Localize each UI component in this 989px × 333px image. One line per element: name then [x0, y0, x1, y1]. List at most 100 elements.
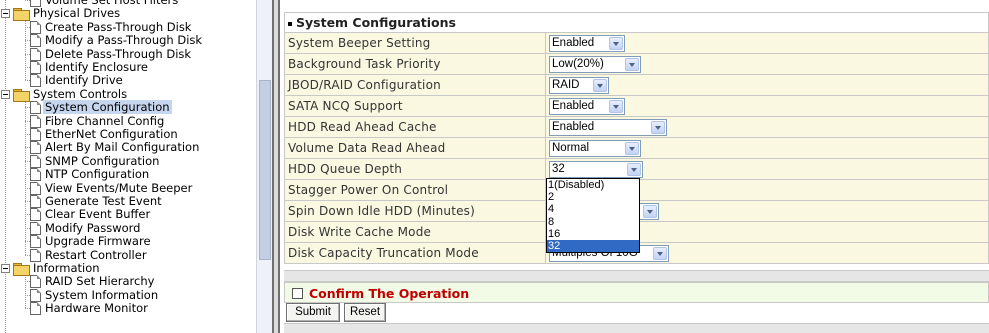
queue-depth-dropdown-list[interactable]: 1(Disabled) 2 4 8 16 32 — [546, 178, 640, 254]
config-label: JBOD/RAID Configuration — [284, 74, 546, 96]
tree-item-label: RAID Set Hierarchy — [45, 274, 155, 289]
confirm-label: Confirm The Operation — [309, 286, 470, 301]
page-icon — [30, 101, 41, 115]
tree-item-label: View Events/Mute Beeper — [45, 180, 193, 195]
tree-item-label: Modify a Pass-Through Disk — [45, 33, 203, 48]
tree-item-label: EtherNet Configuration — [45, 127, 178, 141]
page-icon — [30, 195, 41, 208]
chevron-down-icon[interactable] — [609, 36, 623, 50]
config-value-cell: Enabled — [545, 95, 989, 117]
tree-item-label: Upgrade Firmware — [45, 234, 151, 249]
config-label: Volume Data Read Ahead — [284, 137, 546, 159]
tree-item-label: Clear Event Buffer — [45, 207, 151, 222]
chevron-down-icon[interactable] — [625, 141, 639, 155]
tree-item-label: Physical Drives — [33, 6, 121, 21]
title-bullet-icon — [288, 21, 292, 26]
tree-scrollbar[interactable] — [256, 0, 272, 333]
chevron-down-icon[interactable] — [609, 99, 623, 113]
config-label: Disk Capacity Truncation Mode — [284, 242, 546, 264]
page-icon — [30, 61, 41, 74]
tree-scrollbar-thumb[interactable] — [259, 80, 271, 260]
page-icon — [30, 275, 41, 289]
tree-item-label: NTP Configuration — [45, 167, 150, 182]
config-value-cell: Low(20%) — [545, 53, 989, 75]
page-icon — [30, 181, 41, 195]
tree-item-label: Identify Drive — [45, 73, 123, 88]
volume-data-read-ahead-select[interactable]: Normal — [549, 139, 641, 157]
content-frame: System Configurations System Beeper Sett… — [280, 0, 989, 333]
config-label: Stagger Power On Control — [284, 179, 546, 201]
page-icon — [30, 34, 41, 48]
config-row-hdd-read-ahead-cache: HDD Read Ahead Cache Enabled — [284, 116, 989, 138]
page-icon — [30, 74, 41, 88]
select-value: RAID — [552, 78, 580, 91]
reset-button[interactable]: Reset — [344, 303, 386, 322]
page-icon — [30, 47, 41, 61]
chevron-down-icon[interactable] — [593, 78, 607, 92]
tree-item-label: Generate Test Event — [45, 194, 162, 208]
hdd-read-ahead-cache-select[interactable]: Enabled — [549, 118, 667, 136]
config-label: Spin Down Idle HDD (Minutes) — [284, 200, 546, 222]
bottom-band — [284, 323, 989, 333]
sata-ncq-support-select[interactable]: Enabled — [549, 97, 625, 115]
folder-open-icon — [13, 8, 30, 22]
config-label: SATA NCQ Support — [284, 95, 546, 117]
folder-open-icon — [13, 88, 30, 102]
dropdown-option[interactable]: 1(Disabled) — [547, 179, 639, 191]
select-value: Enabled — [552, 120, 595, 133]
tree-item-label: System Configuration — [43, 100, 172, 115]
tree-item-label: Fibre Channel Config — [45, 113, 165, 128]
config-label: Background Task Priority — [284, 53, 546, 75]
submit-button[interactable]: Submit — [286, 303, 340, 322]
button-row: Submit Reset — [284, 303, 989, 323]
tree-item-label: Delete Pass-Through Disk — [45, 46, 192, 61]
page-icon — [30, 168, 41, 182]
config-value-cell: Normal — [545, 137, 989, 159]
config-row-hdd-queue-depth: HDD Queue Depth 32 — [284, 158, 989, 180]
dropdown-option[interactable]: 16 — [547, 228, 639, 240]
tree-item-hardware-monitor[interactable]: Hardware Monitor — [25, 301, 148, 316]
page-icon — [30, 20, 41, 34]
select-value: Enabled — [552, 99, 595, 112]
page-icon — [30, 154, 41, 168]
config-value-cell: RAID — [545, 74, 989, 96]
jbod-raid-configuration-select[interactable]: RAID — [549, 76, 609, 94]
folder-open-icon — [13, 263, 30, 276]
config-value-cell: Enabled — [545, 116, 989, 138]
config-row-jbod-raid-configuration: JBOD/RAID Configuration RAID — [284, 74, 989, 96]
hdd-queue-depth-select[interactable]: 32 — [549, 160, 643, 178]
tree-item-label: Create Pass-Through Disk — [45, 19, 192, 34]
dropdown-option[interactable]: 4 — [547, 203, 639, 215]
config-label: Disk Write Cache Mode — [284, 221, 546, 243]
page-icon — [30, 288, 41, 302]
chevron-down-icon[interactable] — [625, 57, 639, 71]
config-row-sata-ncq-support: SATA NCQ Support Enabled — [284, 95, 989, 117]
tree-guide-line — [25, 99, 26, 255]
config-row-system-beeper-setting: System Beeper Setting Enabled — [284, 32, 989, 54]
dropdown-option[interactable]: 2 — [547, 191, 639, 203]
page-icon — [30, 248, 41, 262]
tree-item-label: Modify Password — [45, 220, 141, 235]
config-value-cell: 32 — [545, 158, 989, 180]
config-row-volume-data-read-ahead: Volume Data Read Ahead Normal — [284, 137, 989, 159]
confirm-row: Confirm The Operation — [284, 282, 989, 303]
system-beeper-setting-select[interactable]: Enabled — [549, 34, 625, 52]
chevron-down-icon[interactable] — [627, 162, 641, 176]
collapse-icon[interactable] — [1, 9, 10, 19]
chevron-down-icon[interactable] — [643, 204, 657, 218]
frame-splitter[interactable] — [272, 0, 280, 333]
page-icon — [30, 114, 41, 128]
chevron-down-icon[interactable] — [651, 120, 665, 134]
navigation-tree: Volume Set Host Filters Physical Drives Cr… — [0, 0, 272, 333]
chevron-down-icon[interactable] — [653, 246, 667, 260]
collapse-icon[interactable] — [1, 89, 10, 99]
dropdown-option[interactable]: 32 — [547, 239, 639, 253]
collapse-icon[interactable] — [1, 264, 10, 273]
config-value-cell: Enabled — [545, 32, 989, 54]
background-task-priority-select[interactable]: Low(20%) — [549, 55, 641, 73]
panel-title: System Configurations — [296, 15, 456, 30]
page-icon — [30, 141, 41, 155]
page-icon — [30, 302, 41, 316]
confirm-checkbox[interactable] — [292, 288, 303, 299]
dropdown-option[interactable]: 8 — [547, 216, 639, 228]
